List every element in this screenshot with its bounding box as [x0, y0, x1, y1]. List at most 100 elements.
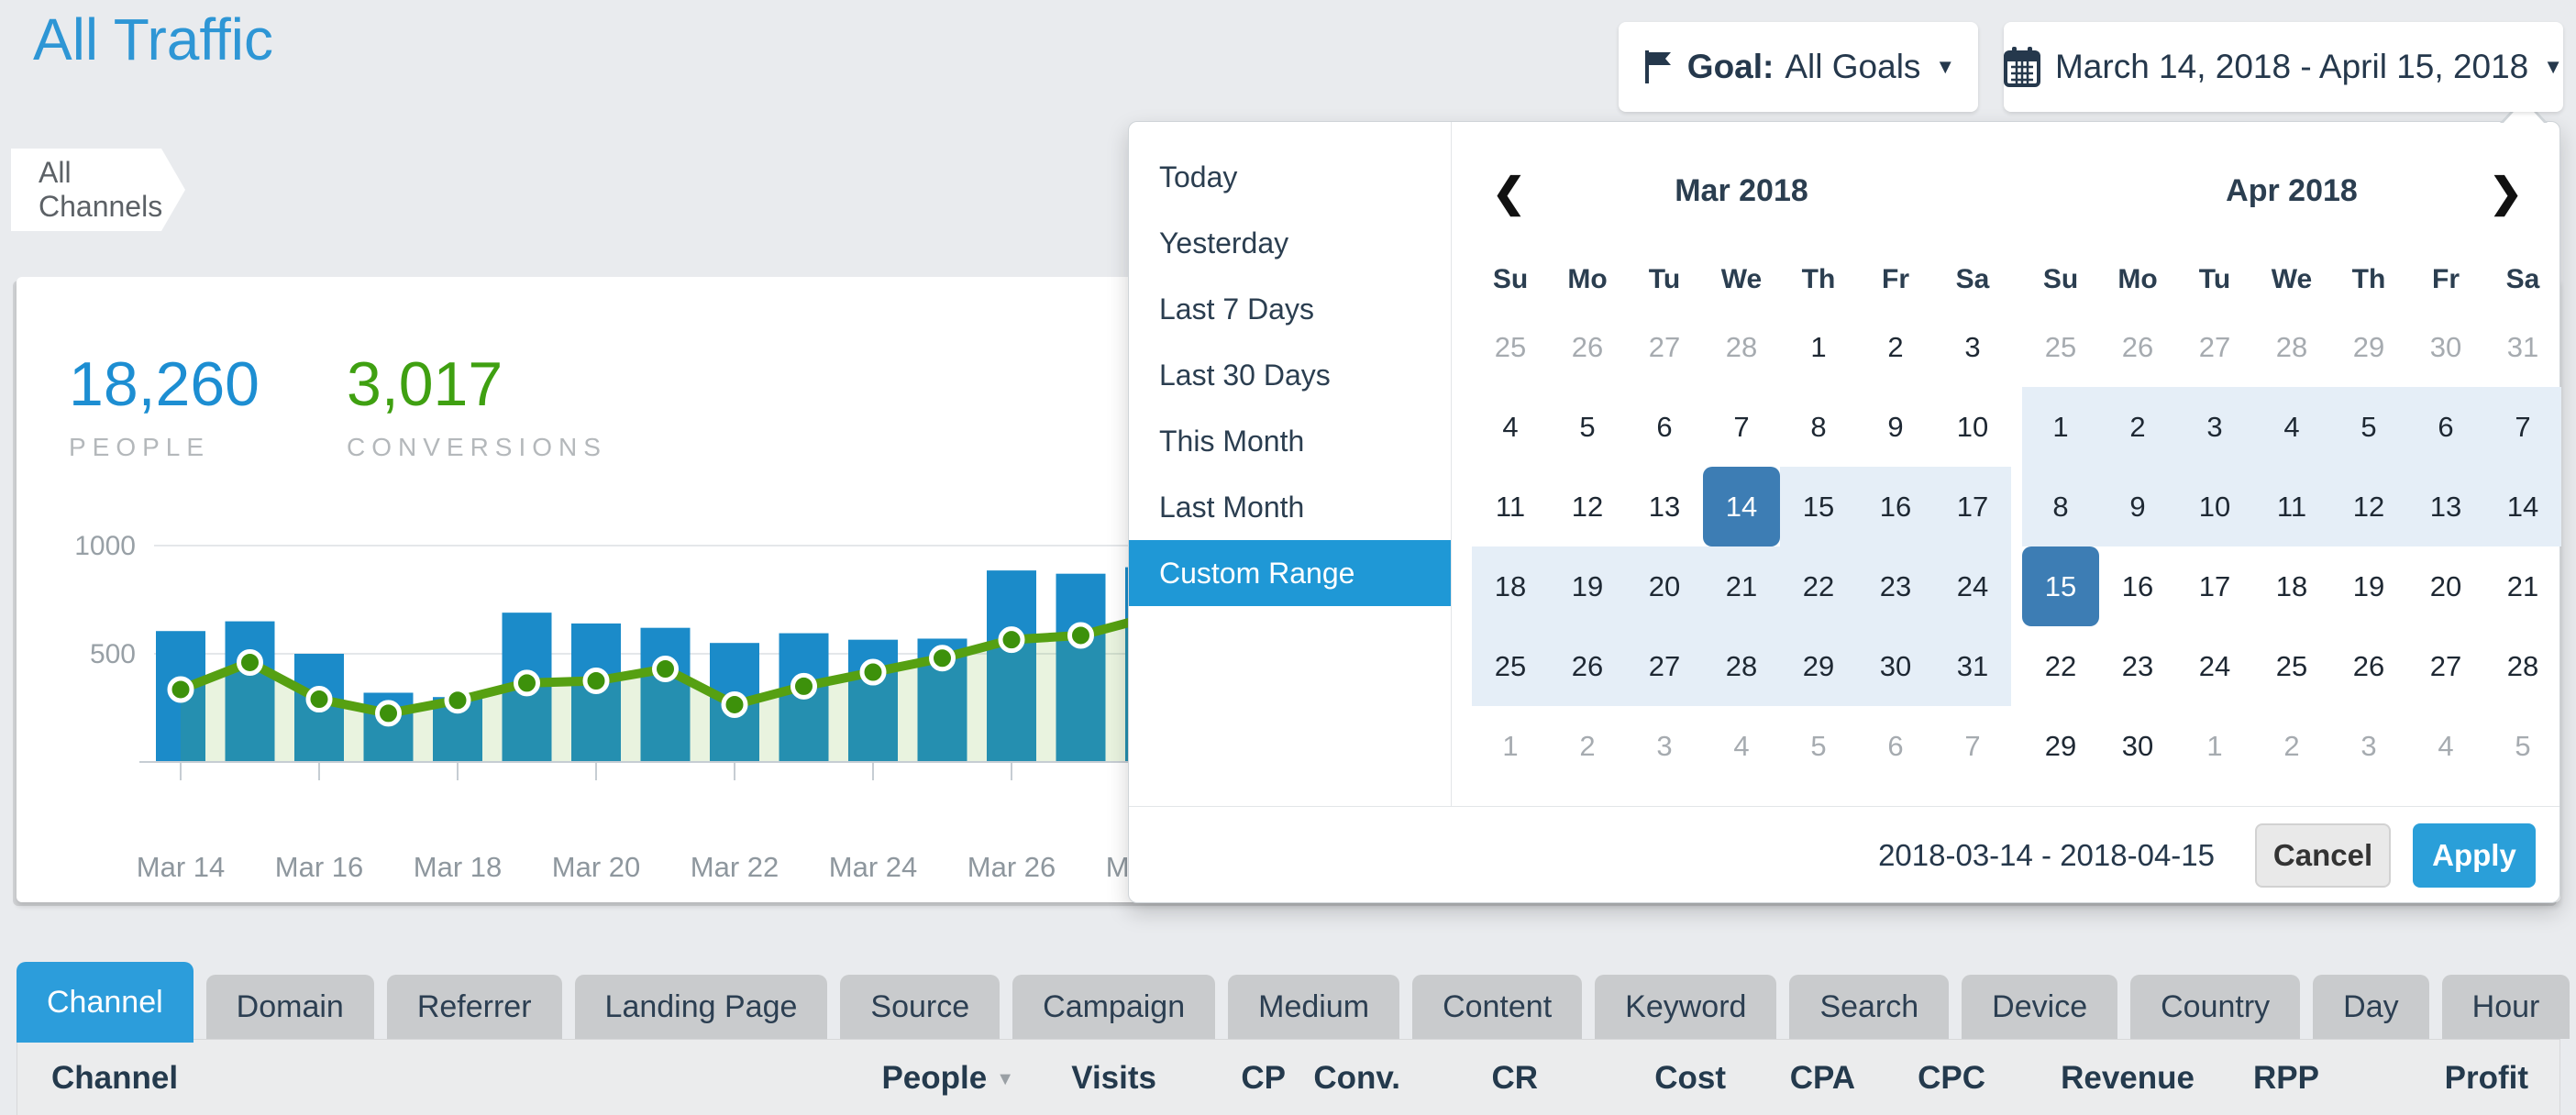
column-header-rpp[interactable]: RPP	[2253, 1040, 2319, 1115]
tab-keyword[interactable]: Keyword	[1595, 975, 1776, 1039]
calendar-day[interactable]: 27	[1626, 307, 1703, 387]
tab-campaign[interactable]: Campaign	[1012, 975, 1215, 1039]
calendar-day[interactable]: 28	[1703, 307, 1780, 387]
calendar-day[interactable]: 3	[2330, 706, 2407, 786]
calendar-day[interactable]: 21	[2484, 546, 2561, 626]
calendar-day[interactable]: 1	[1780, 307, 1857, 387]
calendar-day[interactable]: 10	[2176, 467, 2253, 546]
tab-hour[interactable]: Hour	[2442, 975, 2570, 1039]
calendar-day[interactable]: 30	[2099, 706, 2176, 786]
preset-last-month[interactable]: Last Month	[1129, 474, 1451, 540]
calendar-day[interactable]: 3	[1934, 307, 2011, 387]
calendar-day[interactable]: 4	[1703, 706, 1780, 786]
tab-channel[interactable]: Channel	[17, 962, 193, 1043]
calendar-day[interactable]: 5	[2330, 387, 2407, 467]
calendar-day[interactable]: 8	[2022, 467, 2099, 546]
calendar-day[interactable]: 25	[1472, 626, 1549, 706]
column-header-cr[interactable]: CR	[1491, 1040, 1538, 1115]
preset-this-month[interactable]: This Month	[1129, 408, 1451, 474]
column-header-revenue[interactable]: Revenue	[2061, 1040, 2195, 1115]
calendar-day[interactable]: 5	[1780, 706, 1857, 786]
apply-button[interactable]: Apply	[2413, 823, 2536, 888]
calendar-day[interactable]: 22	[2022, 626, 2099, 706]
preset-last-30-days[interactable]: Last 30 Days	[1129, 342, 1451, 408]
calendar-day[interactable]: 14	[2484, 467, 2561, 546]
column-header-conv-[interactable]: Conv.	[1313, 1040, 1400, 1115]
calendar-day[interactable]: 23	[2099, 626, 2176, 706]
calendar-day[interactable]: 19	[2330, 546, 2407, 626]
calendar-day[interactable]: 2	[1549, 706, 1626, 786]
column-header-cpa[interactable]: CPA	[1790, 1040, 1855, 1115]
calendar-day[interactable]: 6	[1626, 387, 1703, 467]
calendar-day[interactable]: 24	[2176, 626, 2253, 706]
calendar-day[interactable]: 7	[1934, 706, 2011, 786]
calendar-day[interactable]: 18	[2253, 546, 2330, 626]
calendar-day[interactable]: 29	[2330, 307, 2407, 387]
preset-custom-range[interactable]: Custom Range	[1129, 540, 1451, 606]
calendar-day[interactable]: 18	[1472, 546, 1549, 626]
calendar-day[interactable]: 26	[2330, 626, 2407, 706]
calendar-day[interactable]: 26	[2099, 307, 2176, 387]
calendar-day[interactable]: 3	[2176, 387, 2253, 467]
calendar-day[interactable]: 14	[1703, 467, 1780, 546]
calendar-day[interactable]: 1	[2176, 706, 2253, 786]
calendar-day[interactable]: 29	[2022, 706, 2099, 786]
calendar-day[interactable]: 4	[2407, 706, 2484, 786]
calendar-day[interactable]: 29	[1780, 626, 1857, 706]
calendar-day[interactable]: 9	[2099, 467, 2176, 546]
calendar-day[interactable]: 8	[1780, 387, 1857, 467]
tab-source[interactable]: Source	[840, 975, 1000, 1039]
calendar-day[interactable]: 27	[1626, 626, 1703, 706]
column-header-cost[interactable]: Cost	[1654, 1040, 1726, 1115]
calendar-day[interactable]: 2	[2099, 387, 2176, 467]
calendar-day[interactable]: 15	[1780, 467, 1857, 546]
calendar-day[interactable]: 25	[1472, 307, 1549, 387]
calendar-day[interactable]: 9	[1857, 387, 1934, 467]
calendar-day[interactable]: 5	[2484, 706, 2561, 786]
cancel-button[interactable]: Cancel	[2255, 823, 2391, 888]
preset-today[interactable]: Today	[1129, 144, 1451, 210]
calendar-day[interactable]: 16	[1857, 467, 1934, 546]
calendar-day[interactable]: 1	[1472, 706, 1549, 786]
calendar-day[interactable]: 4	[1472, 387, 1549, 467]
preset-last-7-days[interactable]: Last 7 Days	[1129, 276, 1451, 342]
calendar-day[interactable]: 22	[1780, 546, 1857, 626]
calendar-day[interactable]: 20	[2407, 546, 2484, 626]
calendar-day[interactable]: 3	[1626, 706, 1703, 786]
calendar-day[interactable]: 30	[1857, 626, 1934, 706]
date-range-button[interactable]: March 14, 2018 - April 15, 2018 ▼	[2004, 22, 2563, 112]
calendar-day[interactable]: 6	[1857, 706, 1934, 786]
tab-medium[interactable]: Medium	[1228, 975, 1399, 1039]
calendar-day[interactable]: 31	[1934, 626, 2011, 706]
calendar-day[interactable]: 6	[2407, 387, 2484, 467]
calendar-day[interactable]: 7	[1703, 387, 1780, 467]
calendar-day[interactable]: 23	[1857, 546, 1934, 626]
calendar-day[interactable]: 12	[2330, 467, 2407, 546]
calendar-day[interactable]: 12	[1549, 467, 1626, 546]
calendar-day[interactable]: 21	[1703, 546, 1780, 626]
calendar-day[interactable]: 30	[2407, 307, 2484, 387]
calendar-day[interactable]: 11	[1472, 467, 1549, 546]
column-header-profit[interactable]: Profit	[2445, 1040, 2528, 1115]
calendar-day[interactable]: 13	[2407, 467, 2484, 546]
calendar-day[interactable]: 28	[1703, 626, 1780, 706]
tab-country[interactable]: Country	[2130, 975, 2300, 1039]
column-header-visits[interactable]: Visits	[1071, 1040, 1156, 1115]
calendar-day[interactable]: 7	[2484, 387, 2561, 467]
preset-yesterday[interactable]: Yesterday	[1129, 210, 1451, 276]
breadcrumb[interactable]: All Channels	[11, 149, 161, 231]
calendar-day[interactable]: 24	[1934, 546, 2011, 626]
column-header-cp[interactable]: CP	[1241, 1040, 1286, 1115]
calendar-day[interactable]: 17	[1934, 467, 2011, 546]
column-header-people[interactable]: People▼	[881, 1040, 1014, 1115]
calendar-day[interactable]: 26	[1549, 626, 1626, 706]
column-header-cpc[interactable]: CPC	[1918, 1040, 1985, 1115]
tab-domain[interactable]: Domain	[206, 975, 374, 1039]
calendar-day[interactable]: 13	[1626, 467, 1703, 546]
tab-referrer[interactable]: Referrer	[387, 975, 562, 1039]
calendar-day[interactable]: 31	[2484, 307, 2561, 387]
calendar-day[interactable]: 25	[2022, 307, 2099, 387]
calendar-day[interactable]: 27	[2176, 307, 2253, 387]
calendar-day[interactable]: 16	[2099, 546, 2176, 626]
goal-selector-button[interactable]: Goal: All Goals ▼	[1619, 22, 1978, 112]
